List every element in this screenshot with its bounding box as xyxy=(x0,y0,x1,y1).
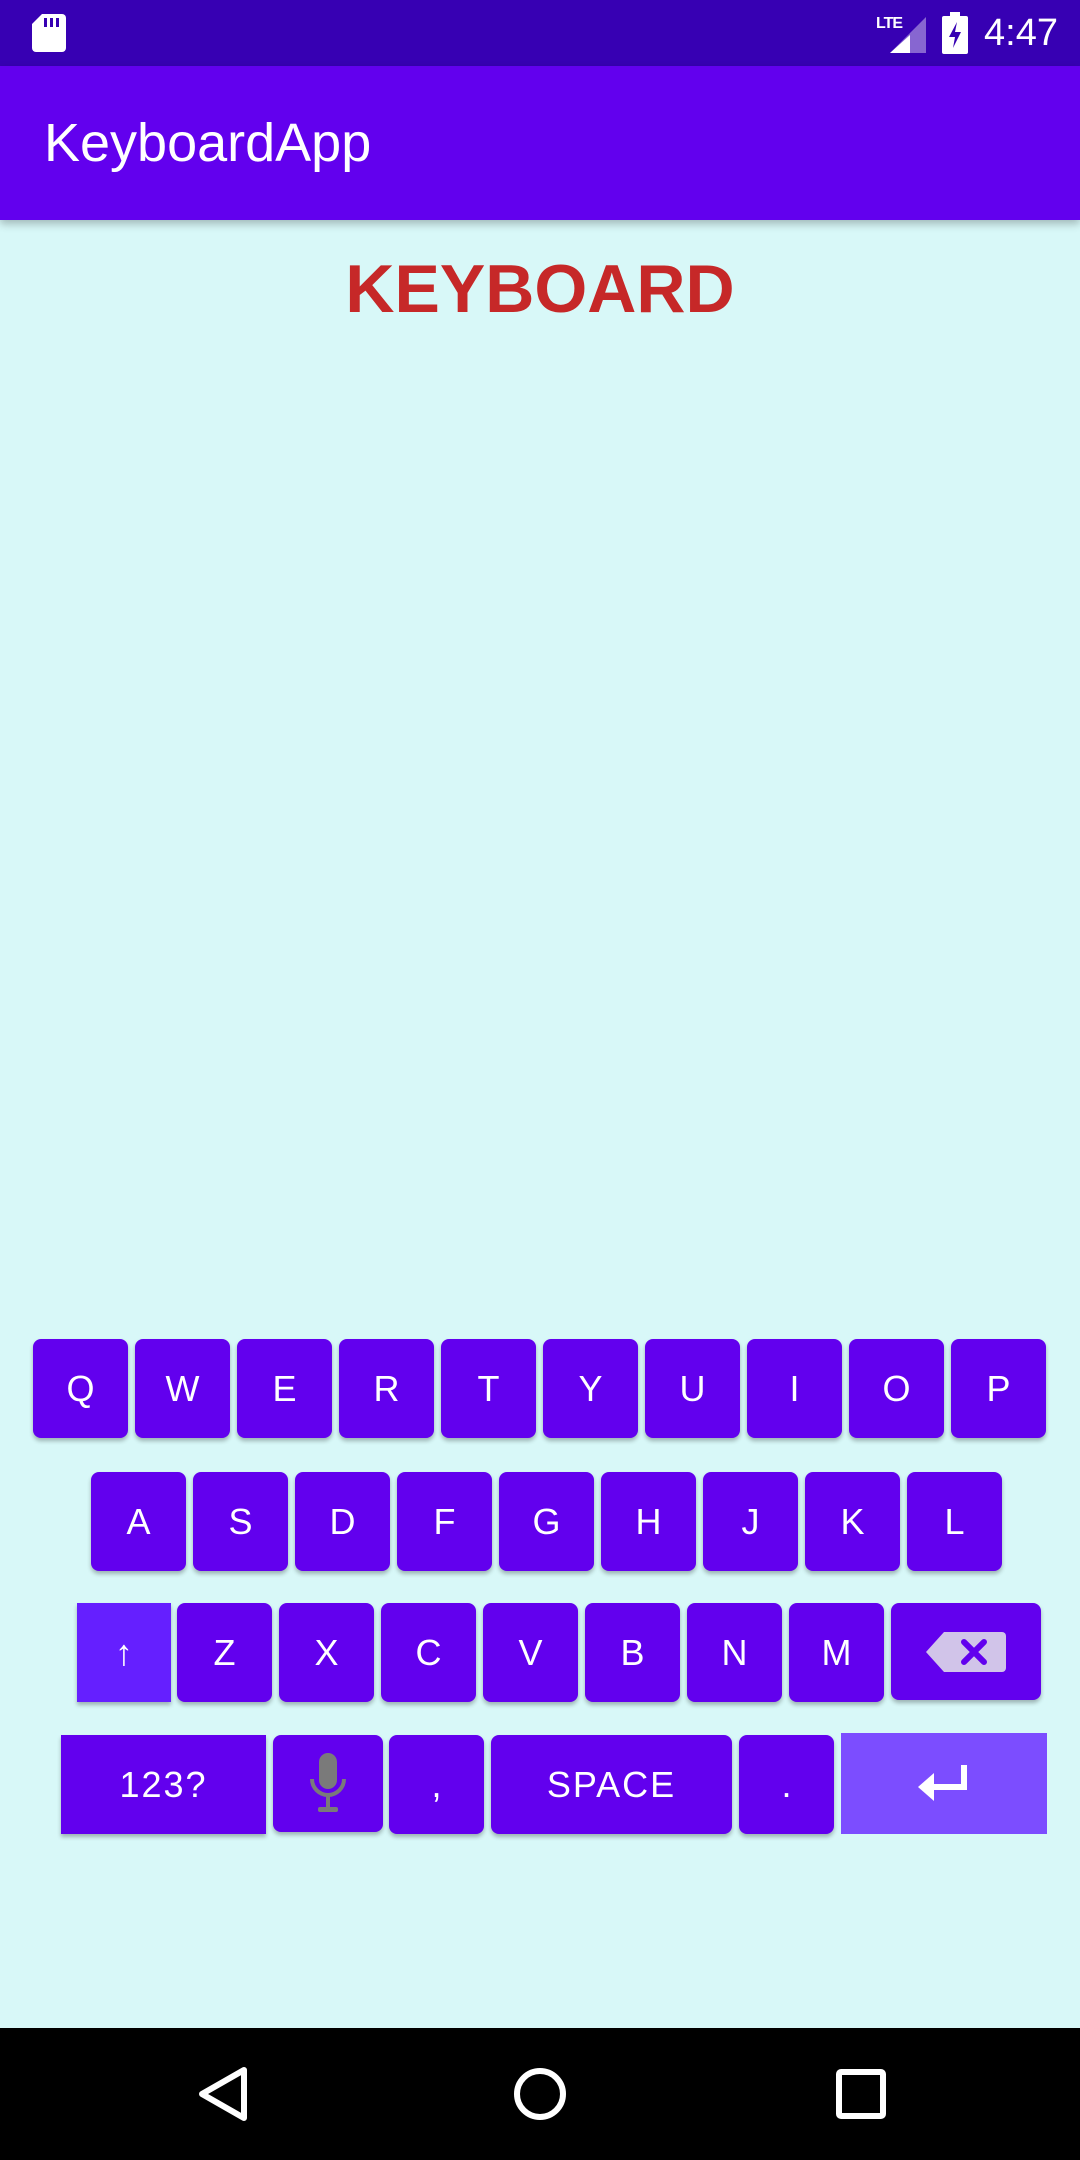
home-icon[interactable] xyxy=(511,2064,569,2124)
sd-card-icon xyxy=(32,14,66,52)
period-key[interactable]: . xyxy=(739,1735,834,1834)
key-r[interactable]: R xyxy=(339,1339,434,1438)
app-title: KeyboardApp xyxy=(44,113,372,173)
key-h[interactable]: H xyxy=(601,1472,696,1571)
key-u[interactable]: U xyxy=(645,1339,740,1438)
key-c[interactable]: C xyxy=(381,1603,476,1702)
key-l[interactable]: L xyxy=(907,1472,1002,1571)
key-q[interactable]: Q xyxy=(33,1339,128,1438)
key-i[interactable]: I xyxy=(747,1339,842,1438)
enter-key[interactable] xyxy=(841,1733,1047,1834)
key-s[interactable]: S xyxy=(193,1472,288,1571)
key-p[interactable]: P xyxy=(951,1339,1046,1438)
key-v[interactable]: V xyxy=(483,1603,578,1702)
key-b[interactable]: B xyxy=(585,1603,680,1702)
app-bar: KeyboardApp xyxy=(0,66,1080,220)
key-j[interactable]: J xyxy=(703,1472,798,1571)
signal-icon: LTE xyxy=(876,13,927,53)
mic-icon xyxy=(310,1752,346,1812)
enter-icon xyxy=(918,1764,967,1801)
navigation-bar xyxy=(0,2028,1080,2160)
key-t[interactable]: T xyxy=(441,1339,536,1438)
key-f[interactable]: F xyxy=(397,1472,492,1571)
backspace-key[interactable] xyxy=(891,1603,1041,1700)
comma-key[interactable]: , xyxy=(389,1735,484,1834)
shift-key[interactable]: ↑ xyxy=(77,1603,171,1702)
key-g[interactable]: G xyxy=(499,1472,594,1571)
key-w[interactable]: W xyxy=(135,1339,230,1438)
key-o[interactable]: O xyxy=(849,1339,944,1438)
status-icons: LTE 4:47 xyxy=(876,0,1058,66)
back-icon[interactable] xyxy=(196,2064,250,2124)
status-bar: LTE 4:47 xyxy=(0,0,1080,66)
key-x[interactable]: X xyxy=(279,1603,374,1702)
recents-icon[interactable] xyxy=(834,2064,888,2124)
symbols-key[interactable]: 123? xyxy=(61,1735,266,1834)
key-d[interactable]: D xyxy=(295,1472,390,1571)
backspace-icon xyxy=(926,1631,1006,1672)
space-key[interactable]: SPACE xyxy=(491,1735,732,1834)
status-time: 4:47 xyxy=(984,11,1058,54)
key-n[interactable]: N xyxy=(687,1603,782,1702)
page-heading: KEYBOARD xyxy=(345,251,735,327)
key-z[interactable]: Z xyxy=(177,1603,272,1702)
key-a[interactable]: A xyxy=(91,1472,186,1571)
key-k[interactable]: K xyxy=(805,1472,900,1571)
mic-key[interactable] xyxy=(273,1735,383,1832)
battery-charging-icon xyxy=(942,12,969,54)
key-y[interactable]: Y xyxy=(543,1339,638,1438)
key-m[interactable]: M xyxy=(789,1603,884,1702)
key-e[interactable]: E xyxy=(237,1339,332,1438)
